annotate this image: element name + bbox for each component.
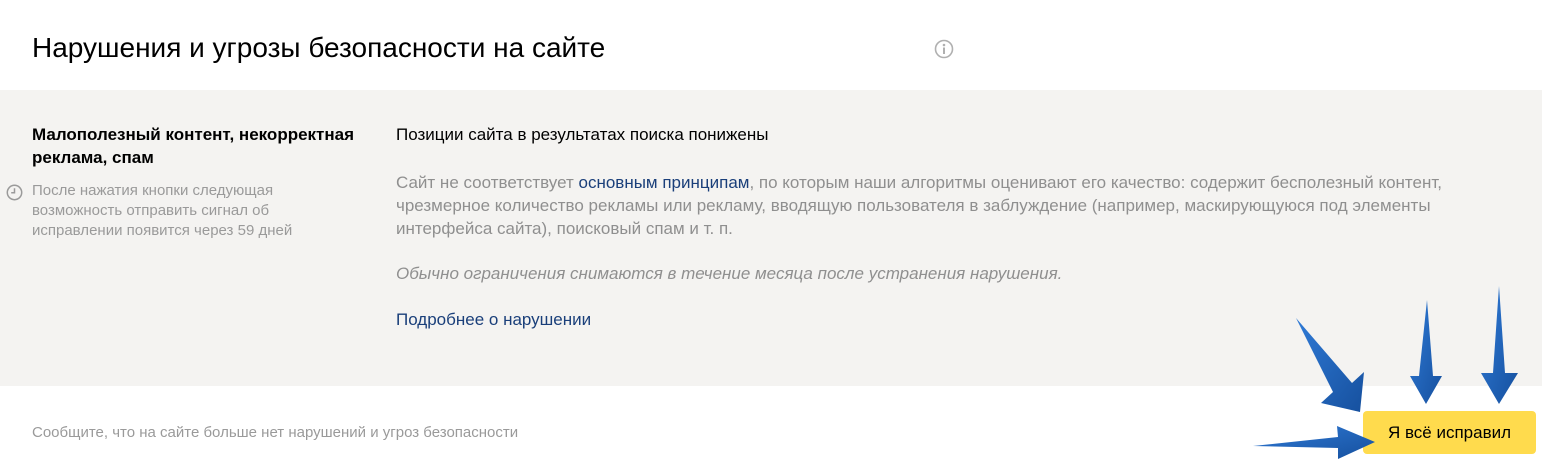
arrow-icon [1253,426,1375,459]
principles-link[interactable]: основным принципам [578,173,749,192]
page-title: Нарушения и угрозы безопасности на сайте [32,32,606,63]
status-heading: Позиции сайта в результатах поиска пониж… [396,125,769,144]
violation-panel: Малополезный контент, некорректная рекла… [0,90,1542,386]
fixed-button[interactable]: Я всё исправил [1363,411,1536,454]
details-link[interactable]: Подробнее о нарушении [396,309,591,331]
info-icon[interactable] [934,39,954,59]
violation-title: Малополезный контент, некорректная рекла… [32,125,355,167]
description-text: Сайт не соответствует [396,173,579,192]
clock-icon [6,184,23,201]
violation-description: Сайт не соответствует основным принципам… [396,171,1531,240]
report-prompt: Сообщите, что на сайте больше нет наруше… [32,424,519,441]
cooldown-note: После нажатия кнопки следующая возможнос… [32,182,293,239]
restriction-note: Обычно ограничения снимаются в течение м… [396,264,1063,283]
